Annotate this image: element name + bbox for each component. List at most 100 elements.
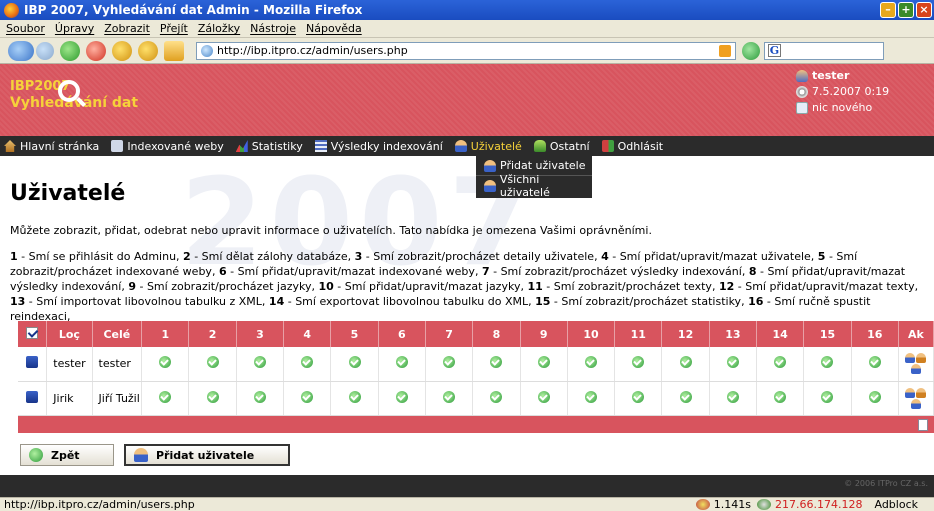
reload-icon[interactable]: [60, 40, 80, 61]
permission-text: Smí přidat/upravit/mazat texty: [745, 280, 915, 293]
forward-icon[interactable]: [36, 41, 54, 60]
news-icon: [796, 102, 808, 114]
add-user-button[interactable]: Přidat uživatele: [124, 444, 290, 466]
permissions-legend: 1 - Smí se přihlásit do Adminu, 2 - Smí …: [10, 250, 919, 323]
select-all-header[interactable]: [18, 321, 48, 347]
check-icon: [443, 390, 456, 403]
row-select-cell[interactable]: [18, 347, 48, 382]
menu-view[interactable]: Zobrazit: [104, 22, 150, 35]
stats-icon: [235, 140, 248, 152]
check-icon: [584, 390, 597, 403]
edit-user-icon[interactable]: [916, 387, 927, 398]
bookmark-icon[interactable]: [112, 40, 132, 61]
menu-bookmarks[interactable]: Záložky: [198, 22, 240, 35]
view-user-icon[interactable]: [905, 387, 916, 398]
permission-cell: [709, 381, 758, 416]
check-icon: [679, 356, 692, 369]
menu-help[interactable]: Nápověda: [306, 22, 362, 35]
stop-icon[interactable]: [86, 40, 106, 61]
edit-user-icon[interactable]: [916, 353, 927, 364]
adblock-button[interactable]: Adblock: [874, 498, 918, 511]
nav-statistics-label: Statistiky: [251, 139, 303, 153]
table-header-row: Loç Celé 1 2 3 4 5 6 7 8 9 10 11 12 13 14 15 16 Ak: [18, 321, 934, 347]
permission-cell: [803, 381, 852, 416]
pin-icon[interactable]: [138, 40, 158, 61]
permission-cell: [614, 381, 663, 416]
nav-users[interactable]: Uživatelé: [454, 139, 522, 153]
site-nav: Hlavní stránka Indexované weby Statistik…: [0, 136, 934, 156]
dropdown-all-users[interactable]: Všichni uživatelé: [476, 173, 592, 199]
table-row[interactable]: Jirik Jiří Tužil: [18, 381, 934, 416]
full-name-cell: Jiří Tužil: [92, 381, 143, 416]
menu-go[interactable]: Přejít: [160, 22, 188, 35]
nav-indexed-webs[interactable]: Indexované weby: [111, 140, 224, 153]
row-actions: [903, 387, 929, 409]
permission-cell: [472, 347, 521, 382]
permission-cell: [756, 381, 805, 416]
check-icon: [159, 356, 172, 369]
permission-cell: [330, 347, 379, 382]
user-icon: [796, 70, 808, 82]
magnifier-icon: [58, 80, 80, 102]
permission-cell: [141, 347, 190, 382]
close-button[interactable]: ×: [916, 2, 932, 18]
row-checkbox[interactable]: [26, 390, 39, 403]
check-icon: [490, 356, 503, 369]
permission-text: Smí přidat/upravit/mazat jazyky: [344, 280, 521, 293]
permission-number: 8: [748, 265, 757, 278]
maximize-button[interactable]: +: [898, 2, 914, 18]
column-header[interactable]: Loç: [46, 321, 93, 347]
permission-text: Smí přidat/upravit/mazat uživatele: [619, 250, 811, 263]
nav-home[interactable]: Hlavní stránka: [4, 140, 99, 153]
check-icon: [821, 356, 834, 369]
rss-icon[interactable]: [719, 44, 731, 57]
site-header: IBP2007 Vyhledávání dat tester 7.5.2007 …: [0, 64, 934, 136]
nav-logout[interactable]: Odhlásit: [601, 140, 663, 153]
column-header: 3: [236, 321, 285, 347]
delete-user-icon[interactable]: [910, 364, 921, 375]
permission-cell: [236, 347, 285, 382]
back-button[interactable]: Zpět: [20, 444, 114, 466]
table-row[interactable]: tester tester: [18, 347, 934, 382]
search-input[interactable]: G: [764, 41, 884, 60]
menu-file[interactable]: Soubor: [6, 22, 45, 35]
permission-number: 10: [318, 280, 334, 293]
check-icon: [679, 390, 692, 403]
back-icon[interactable]: [8, 40, 34, 61]
row-select-cell[interactable]: [18, 381, 48, 416]
permission-number: 12: [718, 280, 735, 293]
check-icon: [868, 390, 881, 403]
menu-tools[interactable]: Nástroje: [250, 22, 296, 35]
user-info: tester 7.5.2007 0:19 nic nového: [796, 68, 889, 116]
export-page-icon[interactable]: [917, 419, 928, 432]
menu-edit[interactable]: Úpravy: [55, 22, 94, 35]
permission-cell: [851, 347, 899, 382]
view-user-icon[interactable]: [905, 353, 916, 364]
nav-other[interactable]: Ostatní: [533, 140, 590, 153]
permission-number: 15: [535, 295, 551, 308]
nav-home-label: Hlavní stránka: [20, 139, 100, 153]
window-titlebar: IBP 2007, Vyhledávání dat Admin - Mozill…: [0, 0, 934, 20]
permission-cell: [188, 381, 237, 416]
column-header: 14: [756, 321, 805, 347]
window-controls: – + ×: [880, 2, 932, 18]
permission-cell: [425, 381, 474, 416]
nav-index-results[interactable]: Výsledky indexování: [314, 140, 443, 153]
globe-icon: [201, 44, 213, 57]
url-text: http://ibp.itpro.cz/admin/users.php: [217, 44, 408, 57]
row-checkbox[interactable]: [26, 356, 39, 369]
clock-icon: [796, 86, 808, 98]
back-button-label: Zpět: [51, 448, 80, 462]
minimize-button[interactable]: –: [880, 2, 896, 18]
news-text: nic nového: [812, 101, 873, 114]
go-icon[interactable]: [742, 41, 760, 60]
column-header: Ak: [898, 321, 934, 347]
nav-users-label: Uživatelé: [470, 139, 522, 153]
select-all-checkbox[interactable]: [26, 326, 39, 339]
delete-user-icon[interactable]: [910, 398, 921, 409]
url-input[interactable]: http://ibp.itpro.cz/admin/users.php: [196, 41, 736, 60]
check-icon: [443, 356, 456, 369]
nav-statistics[interactable]: Statistiky: [235, 139, 303, 153]
home-browser-icon[interactable]: [164, 40, 184, 61]
column-header[interactable]: Celé: [92, 321, 143, 347]
